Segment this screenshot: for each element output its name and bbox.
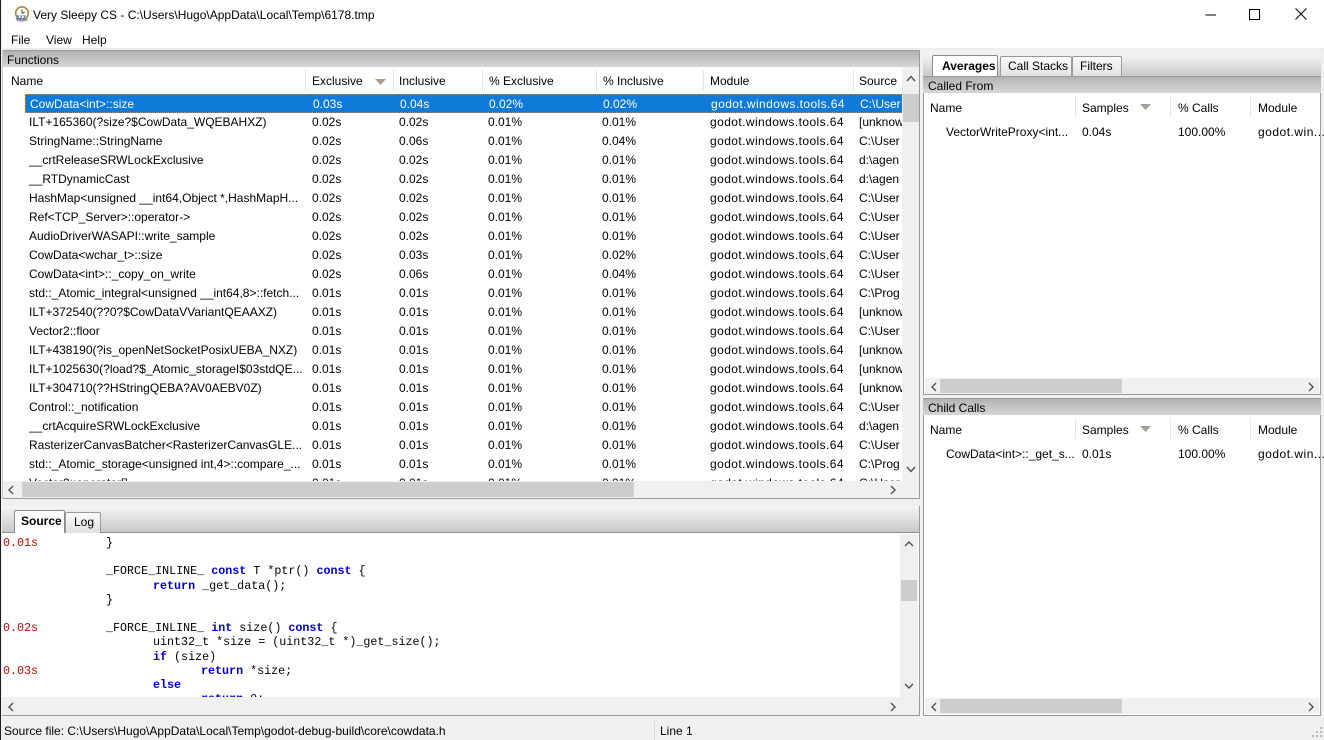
svg-text:zzz: zzz: [16, 14, 27, 21]
